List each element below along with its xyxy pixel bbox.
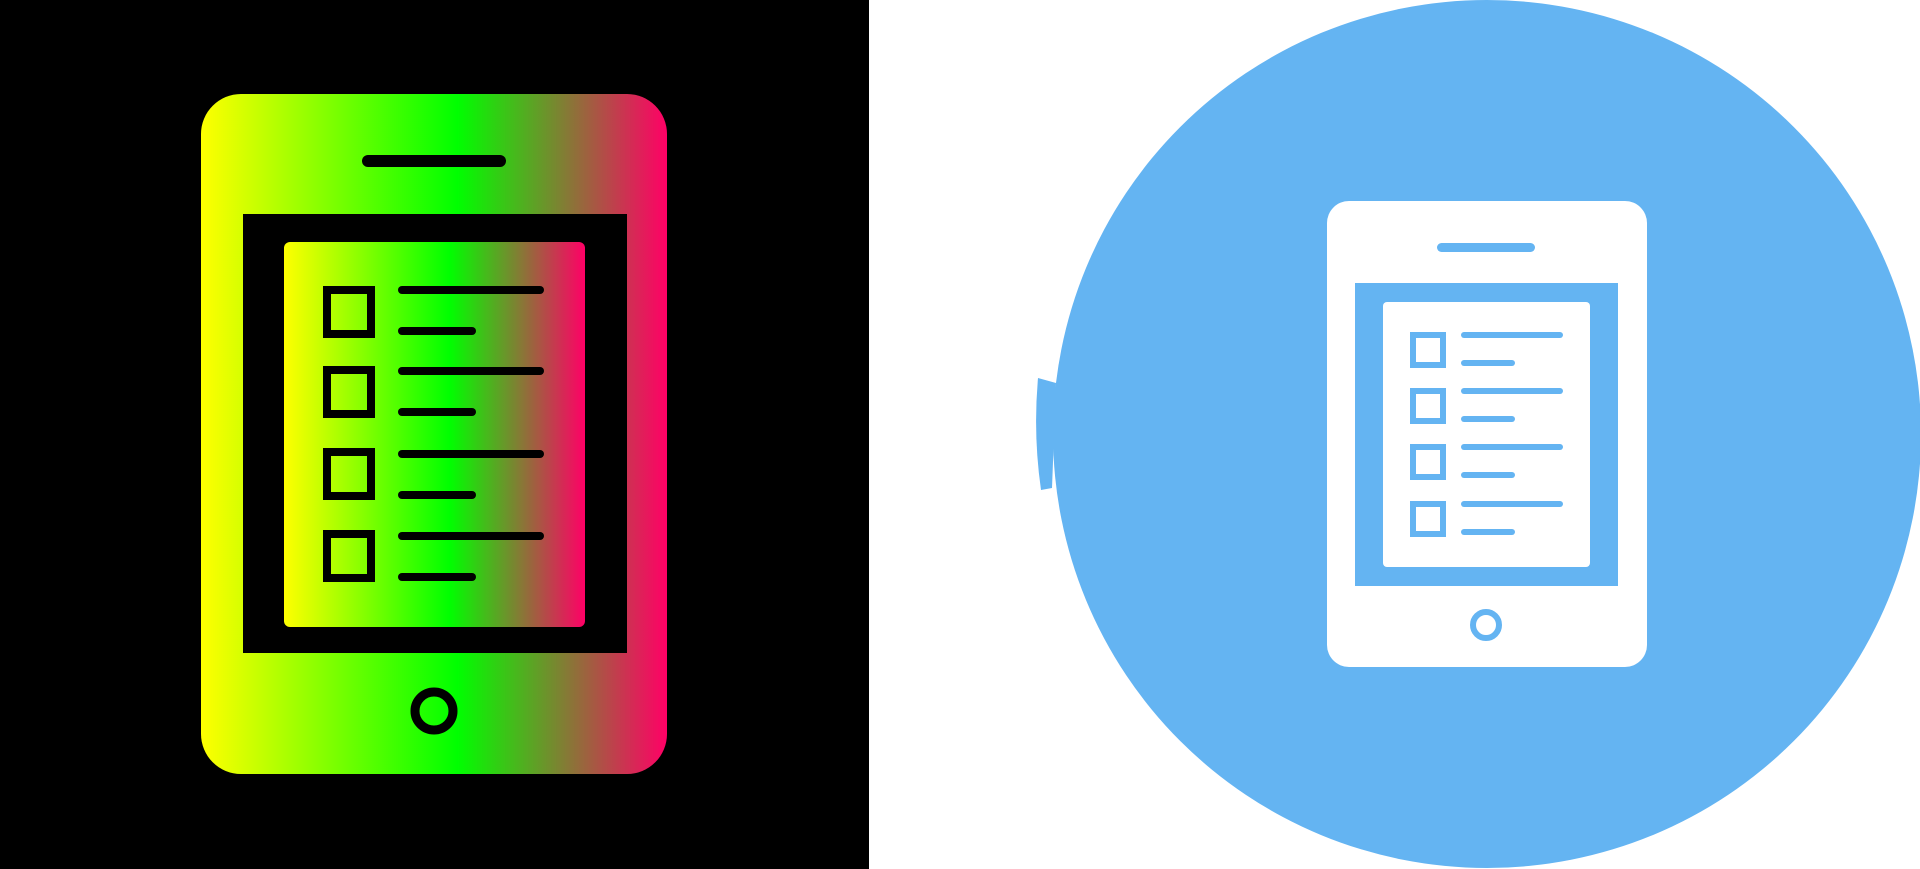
gradient-variant-panel	[0, 0, 869, 869]
icon-canvas	[0, 0, 1920, 869]
speaker-slot-icon	[362, 155, 506, 167]
speaker-slot-icon	[1437, 243, 1535, 252]
flat-variant-panel	[869, 0, 1920, 869]
circle-notch	[1036, 378, 1056, 490]
tablet-checklist-icon	[201, 94, 667, 774]
tablet-checklist-circle-icon	[1036, 0, 1920, 868]
